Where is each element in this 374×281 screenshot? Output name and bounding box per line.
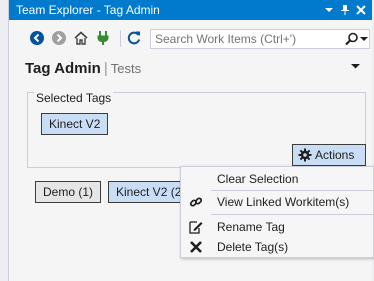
page-title: Tag Admin	[25, 60, 101, 77]
menu-separator	[211, 214, 373, 215]
home-icon[interactable]	[73, 30, 89, 46]
delete-icon	[189, 240, 203, 254]
header-dropdown-icon[interactable]	[351, 62, 361, 72]
menu-item-label: Delete Tag(s)	[217, 240, 289, 254]
search-icon[interactable]	[345, 32, 359, 46]
rename-icon	[189, 220, 203, 234]
pin-icon[interactable]	[338, 2, 352, 18]
search-input[interactable]	[151, 30, 341, 48]
selected-tag[interactable]: Kinect V2	[41, 113, 109, 135]
menu-item-label: Rename Tag	[217, 220, 285, 234]
connect-icon[interactable]	[95, 30, 111, 46]
close-icon[interactable]	[354, 2, 368, 18]
menu-item-label: Clear Selection	[217, 172, 299, 186]
actions-button[interactable]: Actions	[292, 144, 366, 166]
menu-separator	[211, 190, 373, 191]
page-subtitle[interactable]: Tests	[111, 61, 141, 76]
actions-label: Actions	[315, 148, 355, 162]
gear-icon	[298, 148, 312, 162]
tag-item-kinect-v2[interactable]: Kinect V2 (2	[108, 181, 189, 203]
title-separator: |	[103, 60, 108, 77]
menu-item-delete-tags[interactable]: Delete Tag(s)	[181, 237, 373, 257]
menu-item-clear-selection[interactable]: Clear Selection	[181, 169, 373, 189]
link-icon	[189, 195, 203, 209]
search-dropdown-icon[interactable]	[360, 31, 369, 47]
forward-icon[interactable]	[51, 30, 67, 46]
menu-item-rename-tag[interactable]: Rename Tag	[181, 217, 373, 237]
ide-left-edge	[0, 0, 9, 281]
page-header: Tag Admin | Tests	[25, 60, 141, 80]
menu-item-view-linked-workitems[interactable]: View Linked Workitem(s)	[181, 192, 373, 212]
refresh-icon[interactable]	[126, 30, 142, 46]
tag-item-demo[interactable]: Demo (1)	[35, 181, 102, 203]
chevron-down-icon[interactable]	[322, 2, 336, 18]
selected-tags-legend: Selected Tags	[34, 91, 114, 105]
back-icon[interactable]	[29, 30, 45, 46]
toolbar-separator	[120, 30, 121, 47]
menu-item-label: View Linked Workitem(s)	[217, 195, 350, 209]
actions-context-menu: Clear Selection View Linked Workitem(s) …	[180, 166, 374, 258]
panel-titlebar[interactable]: Team Explorer - Tag Admin	[9, 0, 374, 20]
panel-title: Team Explorer - Tag Admin	[16, 3, 160, 17]
search-box[interactable]	[150, 29, 370, 49]
